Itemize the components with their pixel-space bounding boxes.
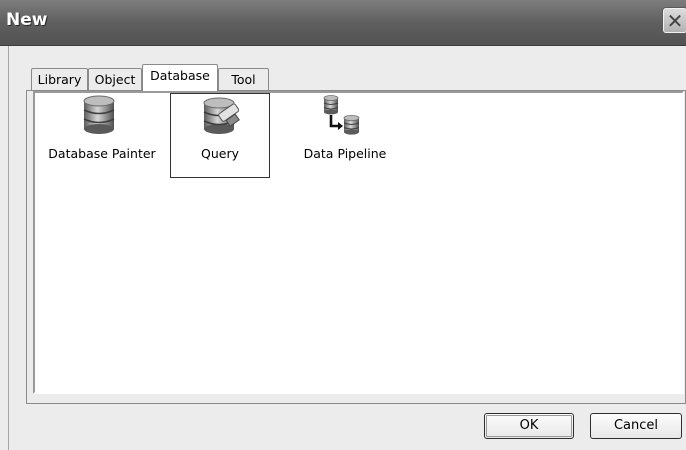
dialog-title: New <box>6 10 48 30</box>
title-bar[interactable]: New ✕ <box>0 0 686 46</box>
cancel-button[interactable]: Cancel <box>590 413 682 439</box>
list-item-query[interactable]: Query <box>170 93 270 178</box>
ok-button[interactable]: OK <box>484 413 574 439</box>
tab-library[interactable]: Library <box>31 68 88 90</box>
tab-database[interactable]: Database <box>142 64 218 91</box>
list-item-database-painter[interactable]: Database Painter <box>35 95 169 165</box>
new-dialog: New ✕ Library Object Database Tool Datab… <box>0 0 686 450</box>
tab-object[interactable]: Object <box>88 68 142 90</box>
database-painter-icon <box>83 95 115 134</box>
list-item-data-pipeline[interactable]: Data Pipeline <box>290 95 400 165</box>
tab-tool[interactable]: Tool <box>218 68 269 90</box>
query-label: Query <box>201 146 239 161</box>
item-list[interactable]: Database Painter Query Data Pipeline <box>33 91 684 394</box>
data-pipeline-icon <box>323 95 360 135</box>
database-painter-label: Database Painter <box>48 146 156 161</box>
close-icon: ✕ <box>666 9 684 33</box>
close-button[interactable]: ✕ <box>663 8 686 33</box>
query-icon <box>203 97 240 134</box>
data-pipeline-label: Data Pipeline <box>303 146 387 161</box>
